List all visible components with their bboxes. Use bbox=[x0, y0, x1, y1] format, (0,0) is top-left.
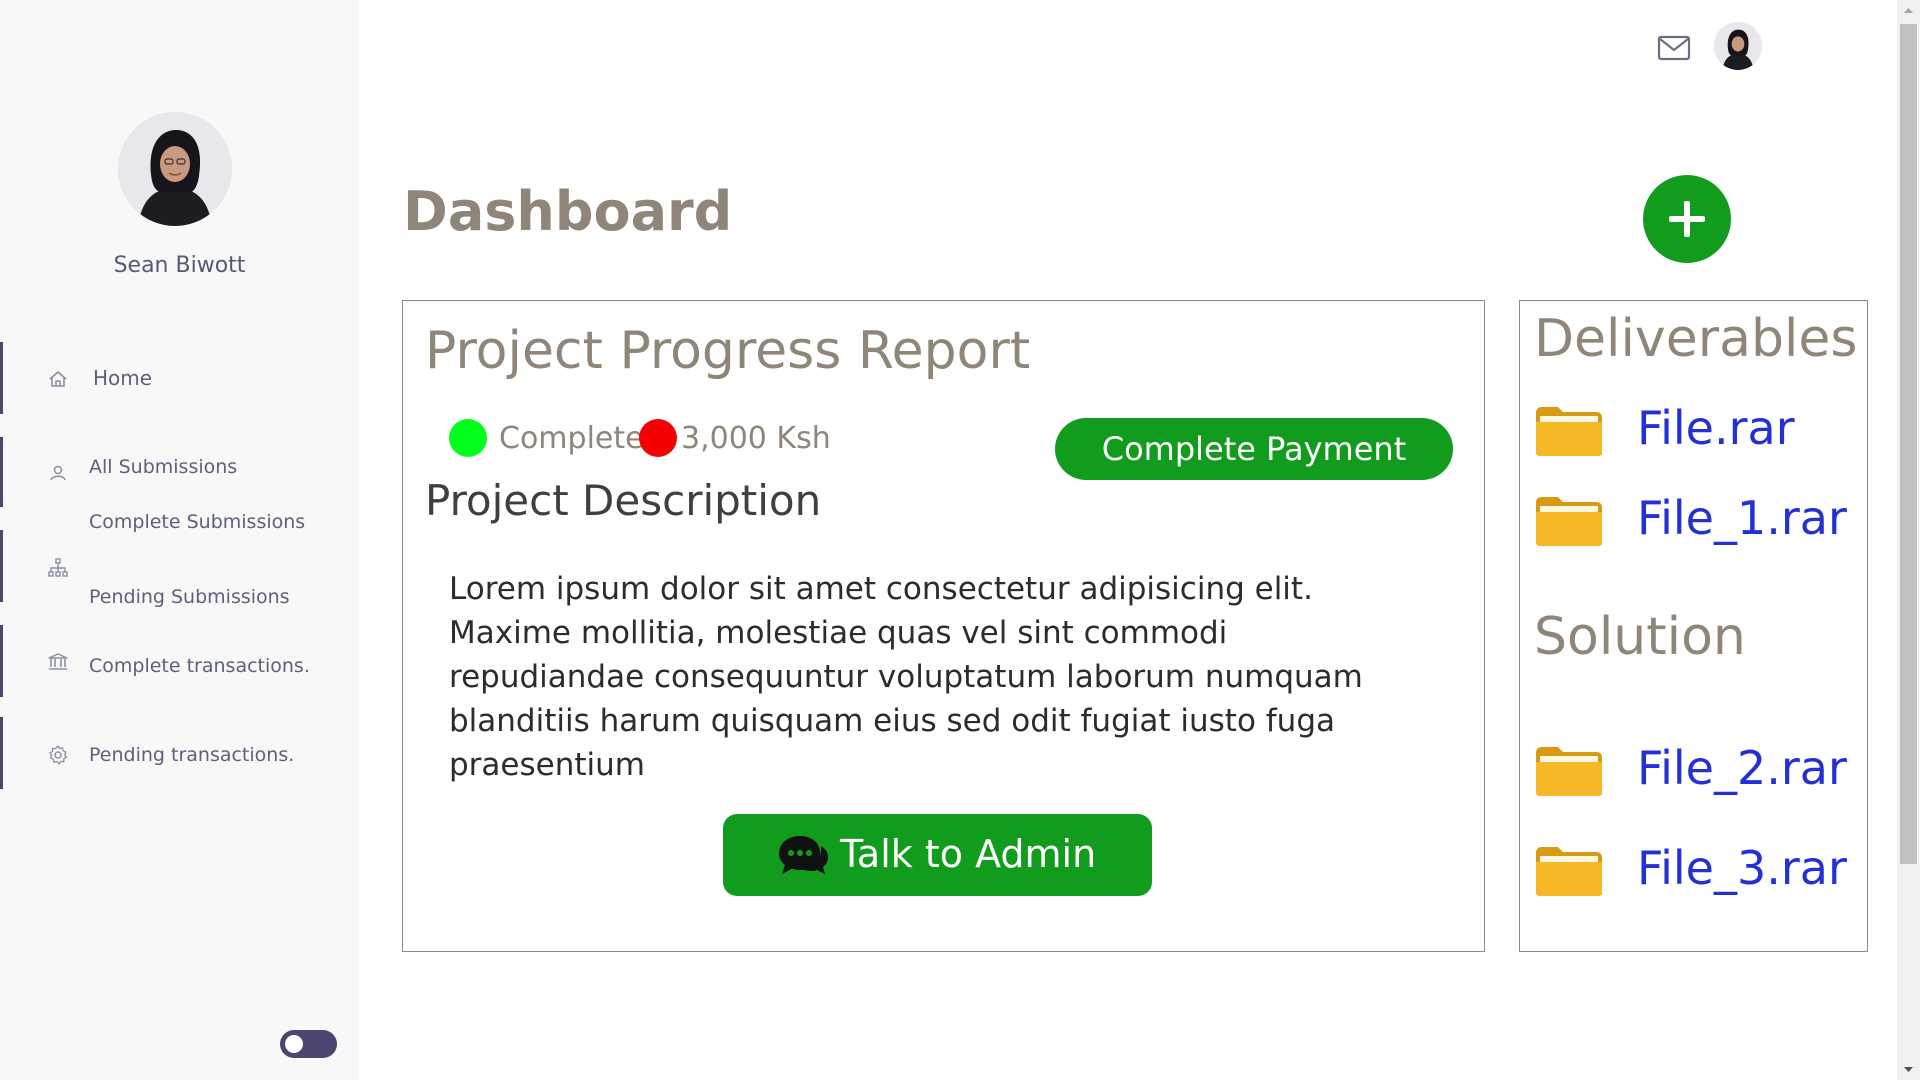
file-item[interactable]: File_1.rar bbox=[1534, 491, 1854, 549]
description-text: Lorem ipsum dolor sit amet consectetur a… bbox=[449, 571, 1363, 783]
sidebar-item-label: All Submissions bbox=[89, 456, 238, 478]
status-complete-dot bbox=[449, 419, 487, 457]
user-name: Sean Biwott bbox=[113, 253, 246, 278]
sidebar-item-label: Home bbox=[93, 366, 153, 390]
theme-toggle[interactable] bbox=[280, 1030, 337, 1058]
nav-active-indicator bbox=[0, 342, 3, 414]
file-link[interactable]: File_1.rar bbox=[1637, 491, 1847, 545]
profile-avatar[interactable] bbox=[118, 112, 232, 226]
toggle-knob bbox=[285, 1035, 303, 1053]
deliverables-title: Deliverables bbox=[1534, 309, 1858, 369]
description-title: Project Description bbox=[425, 476, 822, 525]
bank-icon bbox=[48, 653, 68, 670]
file-link[interactable]: File.rar bbox=[1637, 401, 1795, 455]
status-amount-dot bbox=[639, 419, 677, 457]
talk-to-admin-button[interactable]: Talk to Admin bbox=[723, 814, 1152, 896]
file-item[interactable]: File_3.rar bbox=[1534, 841, 1854, 899]
gear-icon bbox=[49, 745, 68, 765]
sidebar-item-label: Complete Submissions bbox=[89, 511, 306, 533]
file-link[interactable]: File_3.rar bbox=[1637, 841, 1847, 895]
nav-divider bbox=[0, 437, 3, 507]
project-report-card: Project Progress Report Complete 3,000 K… bbox=[402, 300, 1485, 952]
scrollbar-thumb[interactable] bbox=[1900, 24, 1917, 864]
home-icon bbox=[49, 371, 67, 387]
chat-icon bbox=[779, 836, 828, 874]
amount-label: 3,000 Ksh bbox=[681, 421, 831, 456]
sidebar-item-label: Pending transactions. bbox=[89, 744, 295, 766]
talk-to-admin-label: Talk to Admin bbox=[840, 832, 1097, 876]
report-title: Project Progress Report bbox=[425, 321, 1031, 381]
user-icon bbox=[50, 465, 66, 481]
user-avatar[interactable] bbox=[1714, 22, 1762, 70]
folder-icon bbox=[1536, 497, 1602, 546]
scroll-up-arrow-icon[interactable] bbox=[1897, 0, 1920, 22]
sitemap-icon bbox=[48, 558, 68, 577]
files-card: Deliverables File.rar File_1.rar Solutio… bbox=[1519, 300, 1868, 952]
complete-payment-button[interactable]: Complete Payment bbox=[1055, 418, 1453, 480]
status-label: Complete bbox=[499, 421, 644, 456]
nav-divider bbox=[0, 530, 3, 602]
folder-icon bbox=[1536, 747, 1602, 796]
file-item[interactable]: File.rar bbox=[1534, 401, 1854, 459]
folder-icon bbox=[1536, 407, 1602, 456]
page-title: Dashboard bbox=[403, 180, 733, 243]
add-button[interactable] bbox=[1643, 175, 1731, 263]
scroll-down-arrow-icon[interactable] bbox=[1897, 1058, 1920, 1080]
sidebar: Sean Biwott Home All Submissions Complet… bbox=[0, 0, 359, 1080]
sidebar-item-label: Complete transactions. bbox=[89, 655, 310, 677]
file-link[interactable]: File_2.rar bbox=[1637, 741, 1847, 795]
solution-title: Solution bbox=[1534, 607, 1746, 667]
nav-divider bbox=[0, 717, 3, 789]
file-item[interactable]: File_2.rar bbox=[1534, 741, 1854, 799]
page-scrollbar[interactable] bbox=[1897, 0, 1920, 1080]
nav-divider bbox=[0, 625, 3, 697]
mail-icon[interactable] bbox=[1656, 30, 1692, 66]
folder-icon bbox=[1536, 847, 1602, 896]
sidebar-item-label: Pending Submissions bbox=[89, 586, 290, 608]
